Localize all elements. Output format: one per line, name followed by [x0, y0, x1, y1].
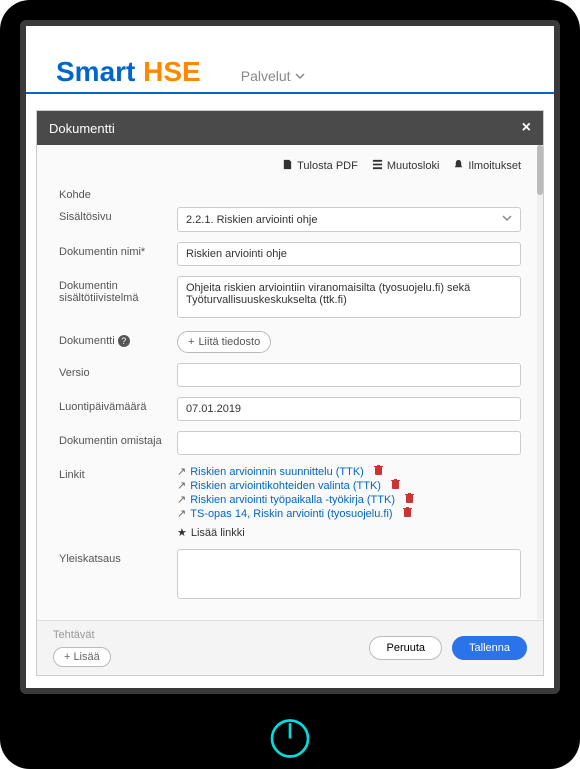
modal-body: Tulosta PDF Muutosloki Ilmoitukset Kohde: [37, 145, 543, 620]
link-item: ↗ Riskien arvioinnin suunnittelu (TTK): [177, 465, 521, 478]
overview-textarea[interactable]: [177, 549, 521, 599]
plus-icon: +: [188, 336, 194, 348]
created-date-input[interactable]: [177, 397, 521, 421]
external-link-icon: ↗: [177, 479, 186, 492]
label-links: Linkit: [59, 465, 177, 481]
version-input[interactable]: [177, 363, 521, 387]
label-created-date: Luontipäivämäärä: [59, 397, 177, 413]
link-text[interactable]: Riskien arviointi työpaikalla -työkirja …: [190, 494, 395, 506]
bell-icon: [453, 159, 464, 173]
row-overview: Yleiskatsaus: [59, 549, 521, 602]
add-task-button[interactable]: + Lisää: [53, 647, 111, 667]
summary-textarea[interactable]: [177, 276, 521, 318]
link-item: ↗ TS-opas 14, Riskin arviointi (tyosuoje…: [177, 507, 521, 520]
link-item: ↗ Riskien arviointikohteiden valinta (TT…: [177, 479, 521, 492]
footer-left: Tehtävät + Lisää: [53, 629, 111, 667]
plus-icon: +: [64, 651, 70, 663]
notifications-button[interactable]: Ilmoitukset: [453, 159, 521, 173]
row-summary: Dokumentin sisältötiivistelmä: [59, 276, 521, 321]
external-link-icon: ↗: [177, 465, 186, 478]
label-document: Dokumentti ?: [59, 331, 177, 347]
print-pdf-button[interactable]: Tulosta PDF: [282, 159, 358, 173]
screen: Smart HSE Palvelut Dokumentti ×: [20, 20, 560, 694]
notifications-label: Ilmoitukset: [468, 160, 521, 172]
save-button[interactable]: Tallenna: [452, 636, 527, 660]
external-link-icon: ↗: [177, 507, 186, 520]
link-text[interactable]: Riskien arviointikohteiden valinta (TTK): [190, 480, 381, 492]
delete-link-icon[interactable]: [374, 465, 383, 478]
logo-hse: HSE: [143, 56, 201, 87]
row-doc-name: Dokumentin nimi*: [59, 242, 521, 266]
delete-link-icon[interactable]: [391, 479, 400, 492]
row-version: Versio: [59, 363, 521, 387]
content-page-select[interactable]: 2.2.1. Riskien arviointi ohje: [177, 207, 521, 232]
content-page-value: 2.2.1. Riskien arviointi ohje: [186, 214, 317, 226]
modal-footer: Tehtävät + Lisää Peruuta Tallenna: [37, 620, 543, 675]
nav-palvelut[interactable]: Palvelut: [241, 68, 305, 88]
changelog-button[interactable]: Muutosloki: [372, 159, 440, 173]
modal-wrap: Dokumentti × Tulosta PDF Muutosloki: [26, 94, 554, 686]
label-overview: Yleiskatsaus: [59, 549, 177, 565]
add-label: Lisää: [73, 651, 99, 663]
chevron-down-icon: [295, 68, 305, 84]
list-icon: [372, 159, 383, 173]
footer-right: Peruuta Tallenna: [369, 636, 527, 660]
link-text[interactable]: Riskien arvioinnin suunnittelu (TTK): [190, 466, 364, 478]
close-icon[interactable]: ×: [522, 119, 531, 137]
logo: Smart HSE: [56, 56, 201, 88]
attach-file-button[interactable]: + Liitä tiedosto: [177, 331, 271, 353]
owner-input[interactable]: [177, 431, 521, 455]
cancel-button[interactable]: Peruuta: [369, 636, 442, 660]
modal-header: Dokumentti ×: [37, 111, 543, 145]
star-icon: ★: [177, 526, 187, 539]
doc-name-input[interactable]: [177, 242, 521, 266]
row-owner: Dokumentin omistaja: [59, 431, 521, 455]
app-header: Smart HSE Palvelut: [26, 26, 554, 94]
links-list: ↗ Riskien arvioinnin suunnittelu (TTK) ↗…: [177, 465, 521, 539]
help-icon[interactable]: ?: [118, 335, 130, 347]
file-icon: [282, 159, 293, 173]
modal: Dokumentti × Tulosta PDF Muutosloki: [36, 110, 544, 676]
attach-label: Liitä tiedosto: [198, 336, 260, 348]
chevron-down-icon: [502, 213, 512, 226]
label-doc-name: Dokumentin nimi*: [59, 242, 177, 258]
label-content-page: Sisältösivu: [59, 207, 177, 223]
row-created-date: Luontipäivämäärä: [59, 397, 521, 421]
label-target: Kohde: [59, 185, 177, 201]
tasks-label: Tehtävät: [53, 629, 111, 641]
link-item: ↗ Riskien arviointi työpaikalla -työkirj…: [177, 493, 521, 506]
nav-label: Palvelut: [241, 68, 291, 84]
power-button[interactable]: [268, 716, 313, 761]
add-link-button[interactable]: ★ Lisää linkki: [177, 526, 521, 539]
add-link-label: Lisää linkki: [191, 527, 245, 539]
label-owner: Dokumentin omistaja: [59, 431, 177, 447]
delete-link-icon[interactable]: [405, 493, 414, 506]
row-content-page: Sisältösivu 2.2.1. Riskien arviointi ohj…: [59, 207, 521, 232]
row-target: Kohde: [59, 185, 521, 201]
delete-link-icon[interactable]: [403, 507, 412, 520]
changelog-label: Muutosloki: [387, 160, 440, 172]
row-document: Dokumentti ? + Liitä tiedosto: [59, 331, 521, 353]
link-text[interactable]: TS-opas 14, Riskin arviointi (tyosuojelu…: [190, 508, 392, 520]
scrollbar[interactable]: [537, 145, 543, 619]
row-links: Linkit ↗ Riskien arvioinnin suunnittelu …: [59, 465, 521, 539]
logo-smart: Smart: [56, 56, 135, 87]
label-version: Versio: [59, 363, 177, 379]
print-label: Tulosta PDF: [297, 160, 358, 172]
modal-title: Dokumentti: [49, 121, 115, 136]
tablet-frame: Smart HSE Palvelut Dokumentti ×: [0, 0, 580, 769]
external-link-icon: ↗: [177, 493, 186, 506]
label-summary: Dokumentin sisältötiivistelmä: [59, 276, 177, 304]
modal-toolbar: Tulosta PDF Muutosloki Ilmoitukset: [59, 159, 521, 173]
